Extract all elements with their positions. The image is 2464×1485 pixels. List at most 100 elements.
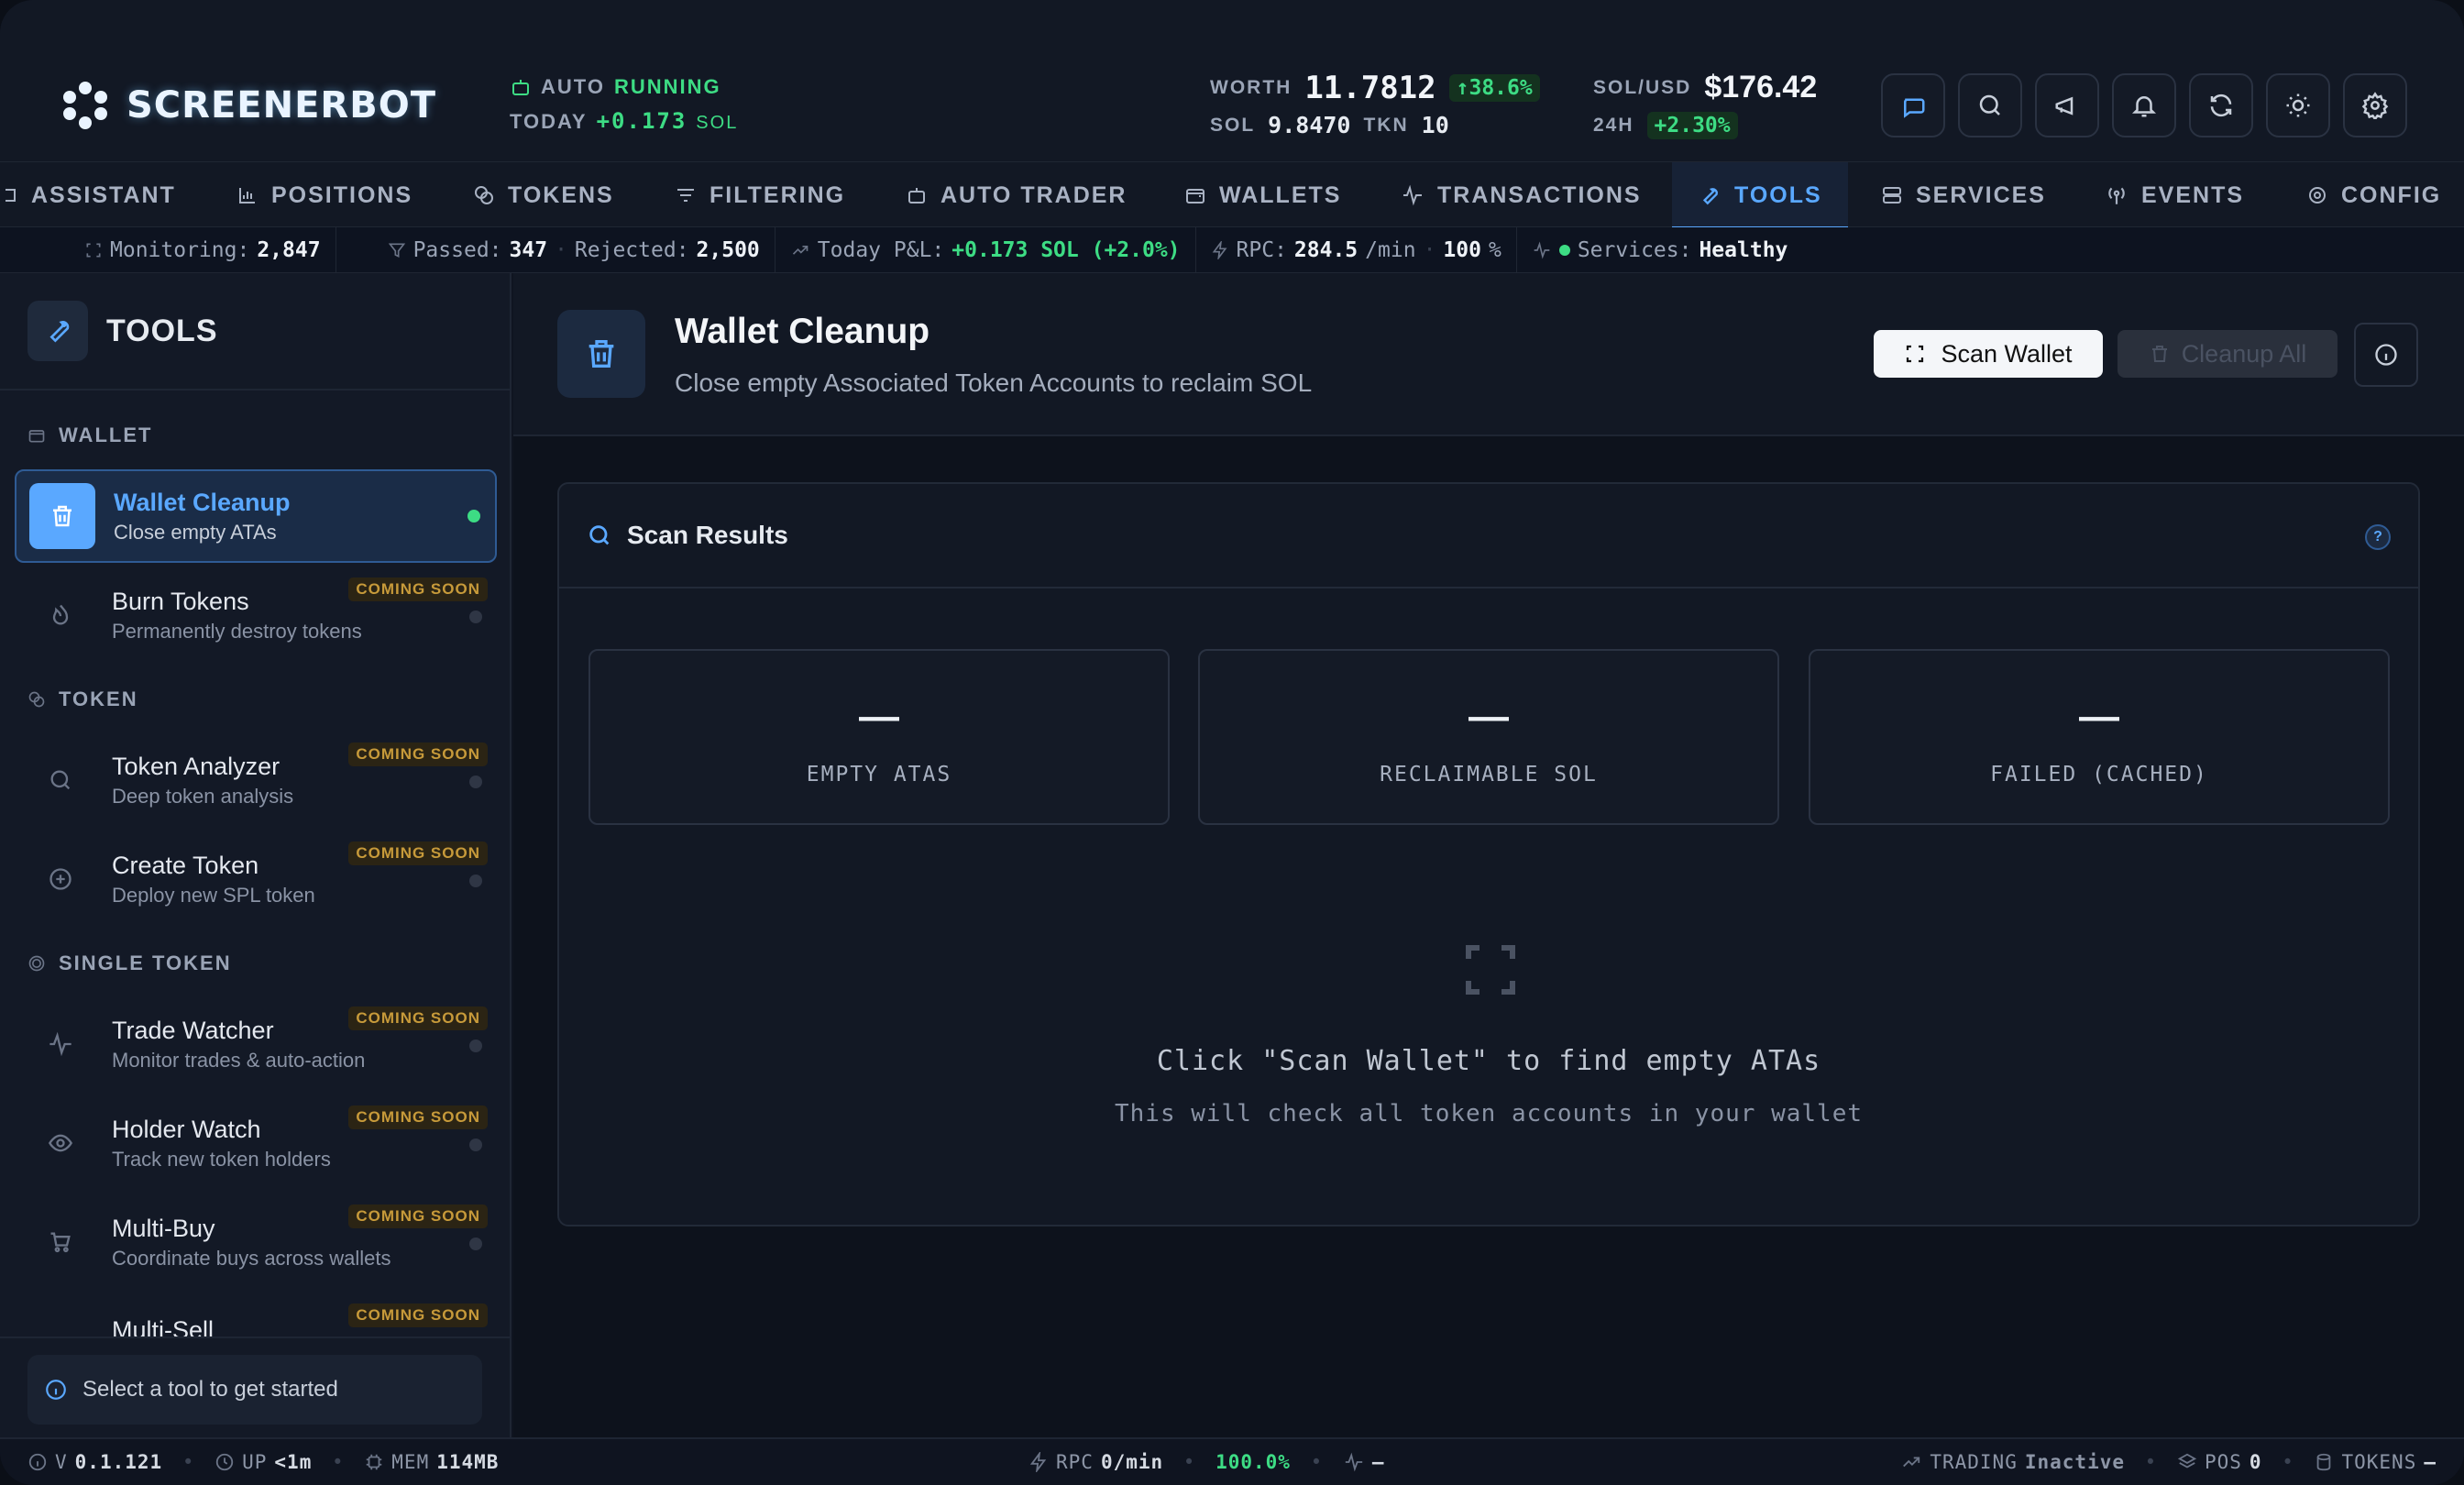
- trend-up-icon: [1903, 1457, 1920, 1468]
- cleanup-all-button[interactable]: Cleanup All: [2118, 330, 2338, 378]
- main-nav: ASSISTANT POSITIONS TOKENS FILTERING AUT…: [0, 161, 2464, 229]
- app-name: SCREENERBOT: [126, 84, 436, 126]
- auto-status-value: RUNNING: [613, 75, 721, 98]
- today-value: +0.173: [596, 108, 688, 134]
- today-unit: SOL: [696, 113, 739, 133]
- bolt-icon: [1212, 240, 1227, 259]
- sidebar-footer: Select a tool to get started: [0, 1336, 510, 1437]
- stat-label: FAILED (CACHED): [1990, 763, 2208, 786]
- coming-soon-badge: COMING SOON: [348, 842, 488, 865]
- solusd-value: $176.42: [1704, 70, 1818, 104]
- nav-label: SERVICES: [1916, 182, 2046, 208]
- notifications-button[interactable]: [2112, 73, 2176, 138]
- auto-label: AUTO: [541, 75, 605, 98]
- status-bar: V 0.1.121 • UP <1m • MEM 114MB RPC 0/min…: [0, 1437, 2464, 1485]
- worth-label: WORTH: [1210, 77, 1292, 98]
- info-icon: [2375, 344, 2397, 366]
- coins-icon: [28, 691, 45, 708]
- coming-soon-badge: COMING SOON: [348, 1204, 488, 1228]
- activity-icon: [1534, 241, 1550, 258]
- monitoring-value: 2,847: [257, 237, 321, 262]
- filter-icon: [677, 189, 694, 202]
- bolt-icon: [1029, 1452, 1047, 1472]
- pnl-label: Today P&L:: [817, 237, 945, 262]
- nav-tab-tokens[interactable]: TOKENS: [455, 162, 632, 228]
- select-tool-hint: Select a tool to get started: [28, 1355, 482, 1424]
- nav-tab-transactions[interactable]: TRANSACTIONS: [1382, 162, 1660, 228]
- tool-burn-tokens[interactable]: Burn Tokens Permanently destroy tokens C…: [15, 568, 497, 662]
- refresh-icon: [2210, 94, 2232, 117]
- info-button[interactable]: [2354, 323, 2418, 387]
- sol-label: SOL: [1210, 114, 1256, 136]
- search-button[interactable]: [1958, 73, 2022, 138]
- solusd-label: SOL/USD: [1593, 76, 1692, 98]
- auto-status[interactable]: AUTO RUNNING: [510, 75, 721, 99]
- assistant-button[interactable]: [1881, 73, 1945, 138]
- nav-tab-config[interactable]: CONFIG: [2288, 162, 2459, 228]
- rpc-value: 284.5: [1293, 237, 1358, 262]
- h24-label: 24H: [1593, 115, 1634, 136]
- tool-multi-buy[interactable]: Multi-Buy Coordinate buys across wallets…: [15, 1195, 497, 1289]
- sidebar-header: TOOLS: [28, 301, 218, 361]
- server-icon: [1883, 187, 1901, 204]
- nav-tab-auto-trader[interactable]: AUTO TRADER: [887, 162, 1145, 228]
- page-subtitle: Close empty Associated Token Accounts to…: [675, 368, 1313, 397]
- ticker-filter: Passed: 347 · Rejected: 2,500: [336, 226, 776, 273]
- nav-tab-tools[interactable]: TOOLS: [1672, 162, 1848, 229]
- tool-title: Burn Tokens: [112, 587, 249, 615]
- search-icon: [589, 525, 610, 545]
- nav-tab-services[interactable]: SERVICES: [1863, 162, 2064, 228]
- tool-holder-watch[interactable]: Holder Watch Track new token holders COM…: [15, 1096, 497, 1190]
- nav-tab-assistant[interactable]: ASSISTANT: [0, 162, 194, 228]
- pnl-value: +0.173 SOL (+2.0%): [952, 237, 1181, 262]
- nav-label: TOKENS: [508, 182, 614, 208]
- tool-subtitle: Close empty ATAs: [114, 520, 277, 544]
- tool-subtitle: Permanently destroy tokens: [112, 619, 362, 643]
- tool-create-token[interactable]: Create Token Deploy new SPL token COMING…: [15, 832, 497, 926]
- rejected-value: 2,500: [696, 237, 760, 262]
- nav-label: POSITIONS: [271, 182, 413, 208]
- nav-tab-wallets[interactable]: WALLETS: [1166, 162, 1359, 228]
- nav-tab-filtering[interactable]: FILTERING: [656, 162, 864, 228]
- settings-button[interactable]: [2343, 73, 2407, 138]
- today-label: TODAY: [510, 110, 588, 133]
- sun-icon: [2286, 94, 2310, 117]
- version-info: V 0.1.121 • UP <1m • MEM 114MB: [28, 1439, 499, 1485]
- help-icon[interactable]: ?: [2365, 524, 2391, 550]
- empty-state-title: Click "Scan Wallet" to find empty ATAs: [1156, 1045, 1821, 1077]
- top-header: SCREENERBOT AUTO RUNNING TODAY +0.173 SO…: [0, 0, 2464, 161]
- announcements-button[interactable]: [2035, 73, 2099, 138]
- nav-tab-positions[interactable]: POSITIONS: [218, 162, 431, 228]
- tool-subtitle: Deploy new SPL token: [112, 883, 315, 907]
- nav-tab-events[interactable]: EVENTS: [2086, 162, 2262, 228]
- tool-trade-watcher[interactable]: Trade Watcher Monitor trades & auto-acti…: [15, 997, 497, 1091]
- gear-icon: [2309, 187, 2326, 204]
- balance-stat: SOL 9.8470 TKN 10: [1210, 112, 1449, 138]
- nav-label: FILTERING: [710, 182, 846, 208]
- version-label: V: [55, 1451, 68, 1473]
- app-logo[interactable]: SCREENERBOT: [60, 81, 436, 130]
- ticker-monitoring: Monitoring: 2,847: [0, 226, 336, 273]
- main-content: Wallet Cleanup Close empty Associated To…: [513, 273, 2464, 1437]
- nav-label: CONFIG: [2341, 182, 2442, 208]
- trash-icon: [2151, 346, 2167, 362]
- ticker-pnl: Today P&L: +0.173 SOL (+2.0%): [776, 226, 1196, 273]
- status-dot: [469, 1040, 482, 1052]
- status-dot: [469, 610, 482, 623]
- tool-wallet-cleanup[interactable]: Wallet Cleanup Close empty ATAs: [15, 469, 497, 563]
- uptime-label: UP: [242, 1451, 268, 1473]
- refresh-button[interactable]: [2189, 73, 2253, 138]
- trading-value: Inactive: [2024, 1451, 2126, 1473]
- today-pnl: TODAY +0.173 SOL: [510, 108, 738, 134]
- cleanup-all-label: Cleanup All: [2181, 339, 2307, 368]
- flame-icon: [28, 582, 94, 648]
- coins-icon: [475, 186, 493, 204]
- scan-wallet-button[interactable]: Scan Wallet: [1874, 330, 2103, 378]
- rpc-label: RPC:: [1236, 237, 1287, 262]
- worth-value: 11.7812: [1304, 70, 1436, 106]
- passed-label: Passed:: [412, 237, 502, 262]
- theme-toggle-button[interactable]: [2266, 73, 2330, 138]
- tool-token-analyzer[interactable]: Token Analyzer Deep token analysis COMIN…: [15, 733, 497, 827]
- services-label: Services:: [1577, 237, 1692, 262]
- stat-card-empty-atas: — EMPTY ATAS: [588, 649, 1170, 825]
